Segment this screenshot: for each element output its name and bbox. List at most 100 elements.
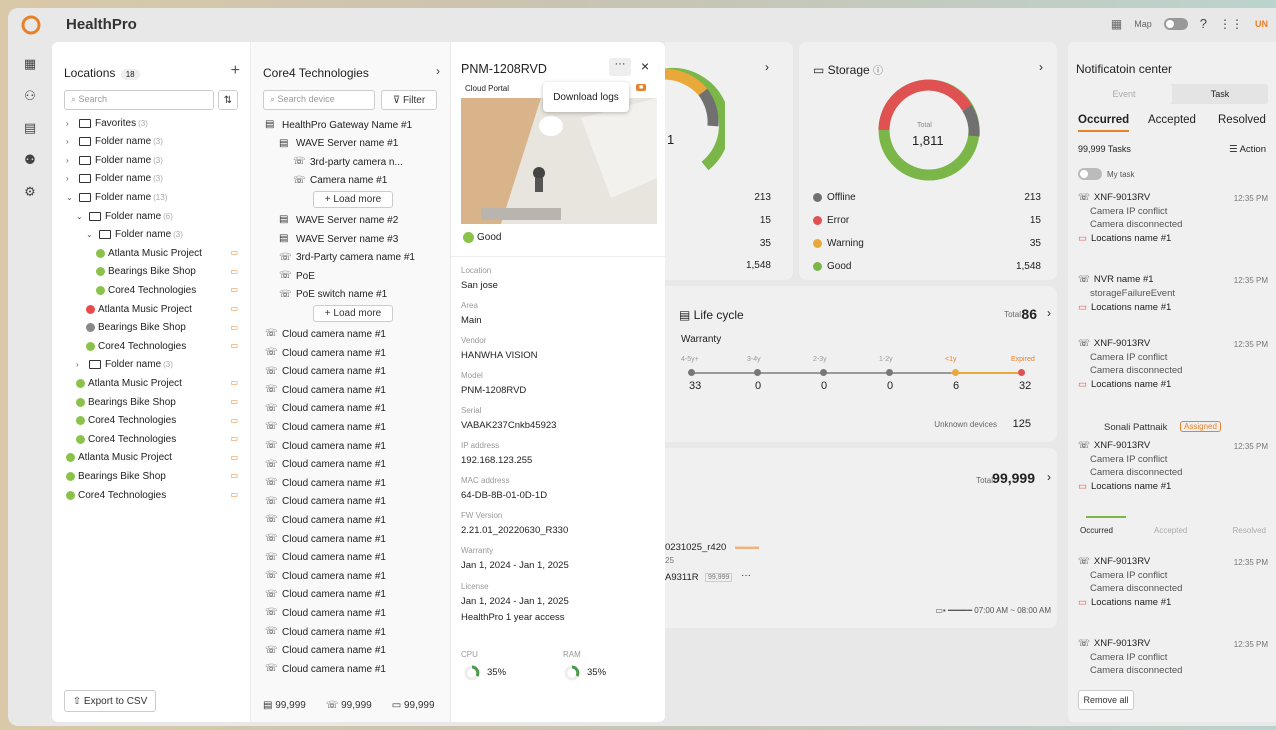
location-row[interactable]: Core4 Technologies — [76, 430, 176, 448]
export-csv-button[interactable]: ⇧ Export to CSV — [64, 690, 156, 712]
load-more-button[interactable]: + Load more — [313, 191, 393, 209]
download-logs-tooltip[interactable]: Download logs — [543, 82, 629, 112]
help-icon[interactable]: ? — [1200, 16, 1207, 31]
location-row[interactable]: Bearings Bike Shop — [86, 319, 186, 337]
device-row[interactable]: ☏ 3rd-Party camera name #1 — [279, 249, 415, 267]
chevron-right-icon[interactable]: › — [66, 119, 76, 128]
sort-icon[interactable]: ⇅ — [218, 90, 238, 110]
map-icon[interactable]: ▦ — [1111, 17, 1122, 31]
device-row[interactable]: ☏ Cloud camera name #1 — [265, 604, 386, 622]
device-row[interactable]: ☏ Cloud camera name #1 — [265, 400, 386, 418]
location-row[interactable]: Atlanta Music Project — [96, 244, 202, 262]
storage-chevron-icon[interactable]: › — [1039, 60, 1043, 74]
location-row[interactable]: Bearings Bike Shop — [76, 393, 176, 411]
location-row[interactable]: Core4 Technologies — [76, 412, 176, 430]
location-row[interactable]: Bearings Bike Shop — [66, 467, 166, 485]
location-row[interactable]: ⌄ Folder name (3) — [86, 226, 183, 244]
tab-occurred[interactable]: Occurred — [1078, 114, 1130, 132]
notif-time: 12:35 PM — [1233, 640, 1268, 649]
event-more-icon[interactable]: ··· — [741, 570, 751, 581]
filter-button[interactable]: ⊽ Filter — [381, 90, 437, 110]
location-row[interactable]: Core4 Technologies — [66, 486, 166, 504]
device-row[interactable]: ☏ Cloud camera name #1 — [265, 567, 386, 585]
close-icon[interactable]: × — [641, 58, 649, 74]
document-icon[interactable]: ▤ — [8, 112, 52, 144]
action-button[interactable]: ☰ Action — [1229, 144, 1266, 155]
apps-grid-icon[interactable]: ⋮⋮ — [1219, 17, 1243, 31]
location-row[interactable]: › Folder name (3) — [66, 133, 163, 151]
map-toggle[interactable] — [1163, 17, 1188, 30]
detail-field-value: PNM-1208RVD — [461, 385, 527, 396]
device-row[interactable]: ☏ Cloud camera name #1 — [265, 586, 386, 604]
chevron-right-icon[interactable]: › — [436, 64, 440, 78]
device-row[interactable]: ☏ Cloud camera name #1 — [265, 642, 386, 660]
location-row[interactable]: Atlanta Music Project — [76, 374, 182, 392]
device-row[interactable]: ☏ Cloud camera name #1 — [265, 549, 386, 567]
detail-field-label: Vendor — [461, 336, 487, 345]
location-row[interactable]: › Folder name (3) — [76, 356, 173, 374]
chevron-right-icon[interactable]: › — [66, 156, 76, 165]
device-row[interactable]: ☏ Cloud camera name #1 — [265, 363, 386, 381]
cloud-portal-label[interactable]: Cloud Portal — [465, 84, 509, 93]
lifecycle-chevron-icon[interactable]: › — [1047, 306, 1051, 320]
device-row[interactable]: ☏ Cloud camera name #1 — [265, 418, 386, 436]
device-row[interactable]: ☏ 3rd-party camera n... — [293, 153, 403, 171]
device-row[interactable]: ☏ Cloud camera name #1 — [265, 381, 386, 399]
location-row[interactable]: › Favorites (3) — [66, 114, 148, 132]
gear-icon[interactable]: ⚙ — [8, 176, 52, 208]
events-chevron-icon[interactable]: › — [1047, 470, 1051, 484]
device-row[interactable]: ☏ PoE — [279, 267, 315, 285]
location-label: Core4 Technologies — [108, 284, 197, 296]
add-icon[interactable]: + — [231, 62, 240, 80]
badge-icon[interactable]: ⚉ — [8, 144, 52, 176]
device-search-input[interactable]: ⌕ Search device — [263, 90, 375, 110]
location-row[interactable]: ⌄ Folder name (6) — [76, 207, 173, 225]
device-row[interactable]: ☏ Cloud camera name #1 — [265, 530, 386, 548]
device-row[interactable]: ☏ PoE switch name #1 — [279, 286, 387, 304]
chevron-right-icon[interactable]: › — [66, 137, 76, 146]
device-row[interactable]: ☏ Cloud camera name #1 — [265, 437, 386, 455]
chevron-down-icon[interactable]: ⌄ — [86, 230, 96, 239]
segment-event[interactable]: Event — [1076, 84, 1172, 104]
device-row[interactable]: ☏ Camera name #1 — [293, 172, 387, 190]
device-row[interactable]: ▤ WAVE Server name #2 — [279, 211, 398, 229]
device-row[interactable]: ☏ Cloud camera name #1 — [265, 493, 386, 511]
tab-resolved[interactable]: Resolved — [1218, 114, 1266, 126]
status-dot-icon — [76, 416, 85, 426]
segment-task[interactable]: Task — [1172, 84, 1268, 104]
device-row[interactable]: ☏ Cloud camera name #1 — [265, 660, 386, 678]
dashboard-icon[interactable]: ▦ — [8, 48, 52, 80]
load-more-button-2[interactable]: + Load more — [313, 305, 393, 323]
device-row[interactable]: ▤ WAVE Server name #3 — [279, 230, 398, 248]
cpu-label: CPU — [461, 650, 478, 659]
remove-all-button[interactable]: Remove all — [1078, 690, 1134, 710]
location-row[interactable]: Core4 Technologies — [96, 281, 196, 299]
location-count: (6) — [163, 211, 173, 221]
device-row[interactable]: ☏ Cloud camera name #1 — [265, 511, 386, 529]
location-row[interactable]: Atlanta Music Project — [86, 300, 192, 318]
location-row[interactable]: Core4 Technologies — [86, 337, 186, 355]
more-options-button[interactable]: ··· — [609, 58, 631, 76]
locations-search-input[interactable]: ⌕ Search — [64, 90, 214, 110]
chevron-right-icon[interactable]: › — [76, 360, 86, 369]
chevron-down-icon[interactable]: ⌄ — [76, 212, 86, 221]
location-row[interactable]: Atlanta Music Project — [66, 449, 172, 467]
location-row[interactable]: Bearings Bike Shop — [96, 263, 196, 281]
device-row[interactable]: ▤ HealthPro Gateway Name #1 — [265, 116, 412, 134]
chevron-down-icon[interactable]: ⌄ — [66, 193, 76, 202]
location-row[interactable]: › Folder name (3) — [66, 170, 163, 188]
avatar[interactable]: UN — [1255, 19, 1268, 29]
device-row[interactable]: ☏ Cloud camera name #1 — [265, 456, 386, 474]
tab-accepted[interactable]: Accepted — [1148, 114, 1196, 126]
status-card-chevron-icon[interactable]: › — [765, 60, 769, 74]
my-task-toggle[interactable] — [1078, 168, 1102, 180]
location-row[interactable]: › Folder name (3) — [66, 151, 163, 169]
device-row[interactable]: ☏ Cloud camera name #1 — [265, 344, 386, 362]
device-row[interactable]: ☏ Cloud camera name #1 — [265, 325, 386, 343]
user-icon[interactable]: ⚇ — [8, 80, 52, 112]
device-row[interactable]: ☏ Cloud camera name #1 — [265, 623, 386, 641]
chevron-right-icon[interactable]: › — [66, 174, 76, 183]
device-row[interactable]: ☏ Cloud camera name #1 — [265, 474, 386, 492]
location-row[interactable]: ⌄ Folder name (13) — [66, 188, 167, 206]
device-row[interactable]: ▤ WAVE Server name #1 — [279, 135, 398, 153]
